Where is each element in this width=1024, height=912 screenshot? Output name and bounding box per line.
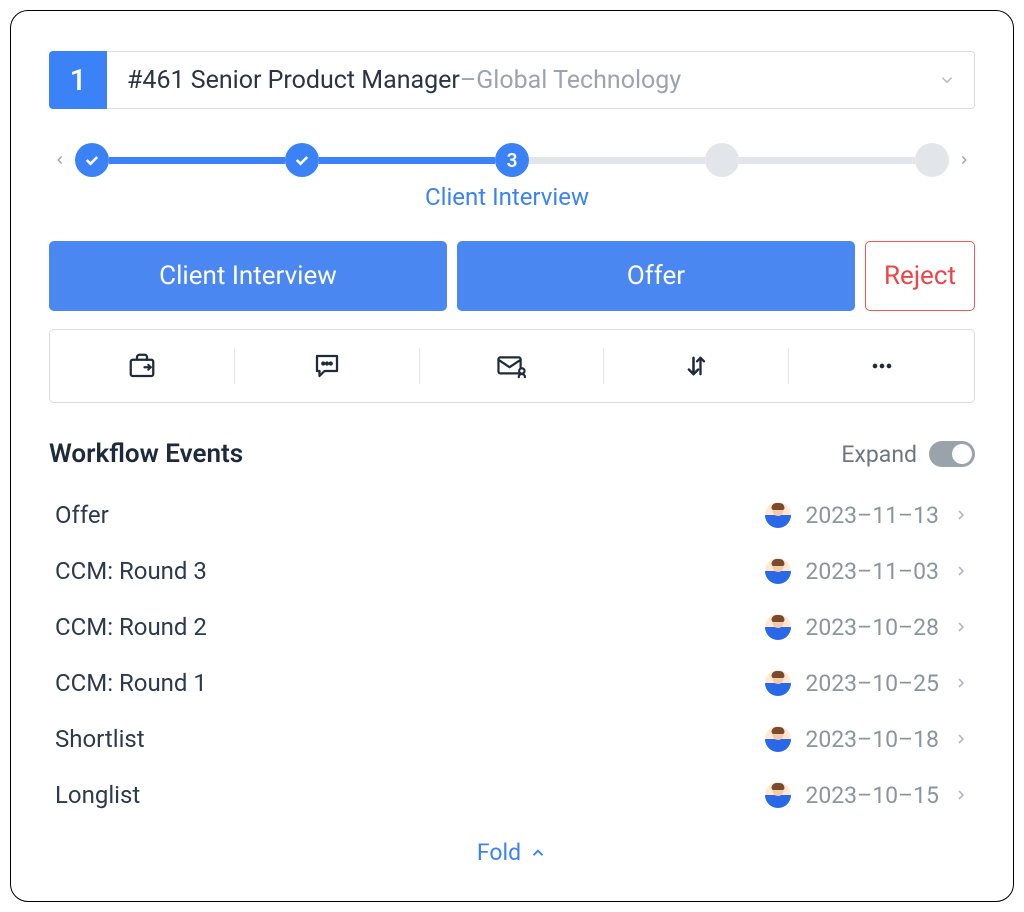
- event-row[interactable]: CCM: Round 3 2023–11–03: [49, 543, 975, 599]
- event-row[interactable]: Longlist 2023–10–15: [49, 767, 975, 823]
- event-date: 2023–10–18: [805, 726, 939, 753]
- chevron-right-icon: [953, 785, 969, 805]
- workflow-title: Workflow Events: [49, 439, 243, 469]
- client-interview-button[interactable]: Client Interview: [49, 241, 447, 311]
- sort-icon: [683, 352, 711, 380]
- comment-button[interactable]: [235, 330, 420, 402]
- event-meta: 2023–11–13: [765, 502, 969, 529]
- action-bar: Client Interview Offer Reject: [49, 241, 975, 311]
- avatar-icon: [765, 558, 791, 584]
- event-date: 2023–10–28: [805, 614, 939, 641]
- step-line: [319, 157, 495, 164]
- candidate-card: 1 #461 Senior Product Manager – Global T…: [10, 10, 1014, 902]
- workflow-events-list: Offer 2023–11–13 CCM: Round 3 2023–11–03…: [49, 487, 975, 823]
- step-line: [739, 157, 915, 164]
- chevron-down-icon: [938, 71, 956, 89]
- stepper: 3: [49, 143, 975, 177]
- event-date: 2023–11–13: [805, 502, 939, 529]
- stepper-prev-button[interactable]: [49, 150, 71, 170]
- event-row[interactable]: CCM: Round 1 2023–10–25: [49, 655, 975, 711]
- mail-button[interactable]: [420, 330, 605, 402]
- expand-label: Expand: [841, 441, 917, 468]
- avatar-icon: [765, 670, 791, 696]
- avatar-icon: [765, 614, 791, 640]
- offer-button[interactable]: Offer: [457, 241, 855, 311]
- avatar-icon: [765, 502, 791, 528]
- event-row[interactable]: CCM: Round 2 2023–10–28: [49, 599, 975, 655]
- stepper-track: 3: [75, 143, 949, 177]
- toolbar: [49, 329, 975, 403]
- step-dot-1[interactable]: [75, 143, 109, 177]
- chevron-right-icon: [953, 729, 969, 749]
- event-row[interactable]: Offer 2023–11–13: [49, 487, 975, 543]
- step-dot-2[interactable]: [285, 143, 319, 177]
- fold-label: Fold: [477, 839, 521, 866]
- sort-button[interactable]: [604, 330, 789, 402]
- event-name: CCM: Round 2: [55, 613, 207, 641]
- step-line: [109, 157, 285, 164]
- avatar-icon: [765, 726, 791, 752]
- more-button[interactable]: [789, 330, 974, 402]
- comment-icon: [312, 351, 342, 381]
- workflow-expand-group: Expand: [841, 441, 975, 468]
- chevron-right-icon: [953, 505, 969, 525]
- fold-button[interactable]: Fold: [49, 839, 975, 866]
- job-title-sep: –: [460, 66, 476, 95]
- event-meta: 2023–10–25: [765, 670, 969, 697]
- header: 1 #461 Senior Product Manager – Global T…: [49, 51, 975, 109]
- step-dot-3[interactable]: 3: [495, 143, 529, 177]
- stepper-next-button[interactable]: [953, 150, 975, 170]
- event-name: Shortlist: [55, 725, 145, 753]
- job-title-sub: Global Technology: [476, 66, 681, 95]
- briefcase-icon: [127, 351, 157, 381]
- event-meta: 2023–10–28: [765, 614, 969, 641]
- job-select[interactable]: #461 Senior Product Manager – Global Tec…: [107, 51, 975, 109]
- chevron-right-icon: [953, 673, 969, 693]
- job-title-main: #461 Senior Product Manager: [127, 66, 460, 95]
- stepper-current-label: Client Interview: [39, 183, 975, 211]
- event-meta: 2023–10–15: [765, 782, 969, 809]
- expand-toggle[interactable]: [929, 441, 975, 467]
- chevron-right-icon: [953, 617, 969, 637]
- event-name: Offer: [55, 501, 109, 529]
- header-index: 1: [49, 51, 107, 109]
- event-meta: 2023–11–03: [765, 558, 969, 585]
- reject-button[interactable]: Reject: [865, 241, 975, 311]
- avatar-icon: [765, 782, 791, 808]
- chevron-up-icon: [529, 844, 547, 862]
- event-name: Longlist: [55, 781, 140, 809]
- workflow-header: Workflow Events Expand: [49, 439, 975, 469]
- briefcase-button[interactable]: [50, 330, 235, 402]
- event-name: CCM: Round 3: [55, 557, 207, 585]
- step-line: [529, 157, 705, 164]
- chevron-right-icon: [953, 561, 969, 581]
- event-date: 2023–11–03: [805, 558, 939, 585]
- event-date: 2023–10–25: [805, 670, 939, 697]
- step-dot-4[interactable]: [705, 143, 739, 177]
- more-icon: [868, 352, 896, 380]
- event-row[interactable]: Shortlist 2023–10–18: [49, 711, 975, 767]
- mail-user-icon: [496, 351, 528, 381]
- event-name: CCM: Round 1: [55, 669, 207, 697]
- event-date: 2023–10–15: [805, 782, 939, 809]
- event-meta: 2023–10–18: [765, 726, 969, 753]
- step-dot-5[interactable]: [915, 143, 949, 177]
